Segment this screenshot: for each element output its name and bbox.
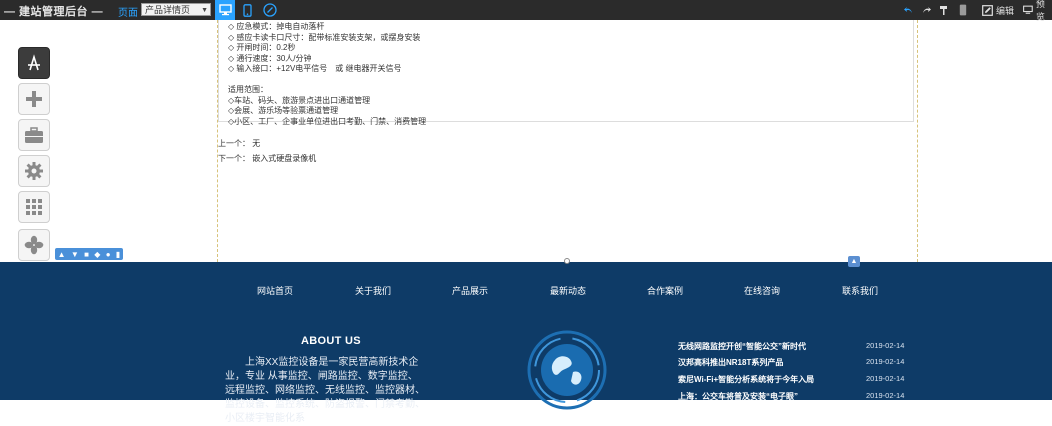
settings-tool[interactable] xyxy=(18,155,50,187)
news-item-title[interactable]: 无线网路监控开创“智能公交”新时代 xyxy=(678,341,806,352)
footer-nav-about[interactable]: 关于我们 xyxy=(355,284,391,297)
spec-line: ◇ 输入接口：+12V电平信号 或 继电器开关信号 xyxy=(228,64,402,73)
plus-icon xyxy=(26,91,42,107)
spec-line: ◇ 通行速度：30人/分钟 xyxy=(228,53,312,63)
link-circle-icon xyxy=(263,3,277,17)
page-label: 页面 xyxy=(118,8,138,19)
footer-nav-news[interactable]: 最新动态 xyxy=(550,284,586,297)
edit-label: 编辑 xyxy=(996,5,1015,16)
news-item-date: 2019-02-14 xyxy=(866,341,905,350)
layout-grid-tool[interactable] xyxy=(18,191,50,223)
product-spec-text: ◇ 应急模式：掉电自动落杆 ◇ 感应卡读卡口尺寸：配带标准安装支架，或摆身安装 ◇ … xyxy=(228,22,426,127)
news-item-date: 2019-02-14 xyxy=(866,374,905,383)
module-mini-toolbar: ▲ ▼ ■ ◆ ● ▮ xyxy=(55,248,123,260)
copy-icon[interactable]: ■ xyxy=(84,250,89,259)
spec-line: ◇会展、游乐场等验票通道管理 xyxy=(228,106,339,115)
canvas-guide-right xyxy=(917,20,918,262)
edit-icon xyxy=(982,4,993,16)
page-select[interactable]: 产品详情页 ▼ xyxy=(141,3,211,16)
news-item-title[interactable]: 汉邦高科推出NR18T系列产品 xyxy=(678,357,783,368)
next-product-link[interactable]: 下一个： 嵌入式硬盘录像机 xyxy=(218,153,316,164)
toolbox-icon xyxy=(25,127,43,143)
top-toolbar: — 建站管理后台 — 页面 产品详情页 ▼ 编辑 预览 xyxy=(0,0,1052,22)
news-item-title[interactable]: 索尼Wi-Fi+智能分析系统将于今年入局 xyxy=(678,374,814,385)
page-select-value: 产品详情页 xyxy=(145,5,191,15)
undo-button[interactable] xyxy=(903,0,914,20)
link-view-button[interactable] xyxy=(260,0,280,20)
footer-nav-products[interactable]: 产品展示 xyxy=(452,284,488,297)
prev-product-link[interactable]: 上一个： 无 xyxy=(218,138,260,149)
toolbox-tool[interactable] xyxy=(18,119,50,151)
about-text: 上海XX监控设备是一家民营高新技术企业，专业 从事监控、闸路监控、数字监控、远程… xyxy=(225,357,425,424)
monitor-icon xyxy=(1023,5,1033,14)
widgets-tool[interactable] xyxy=(18,229,50,261)
admin-brand-title: — 建站管理后台 — xyxy=(4,6,104,18)
move-down-icon[interactable]: ▼ xyxy=(71,250,79,259)
app-store-icon xyxy=(28,54,40,71)
spec-line xyxy=(228,75,426,86)
globe-icon xyxy=(527,330,607,410)
footer-edit-badge[interactable]: ▲ xyxy=(848,256,860,267)
news-item-title[interactable]: 上海：公交车将普及安装“电子眼” xyxy=(678,391,798,402)
footer-nav-consult[interactable]: 在线咨询 xyxy=(744,284,780,297)
redo-button[interactable] xyxy=(921,0,932,20)
lock-icon[interactable]: ● xyxy=(106,250,111,259)
spec-line: ◇ 开闸时间：0.2秒 xyxy=(228,43,296,52)
footer-nav-home[interactable]: 网站首页 xyxy=(257,284,293,297)
spec-line: ◇ 感应卡读卡口尺寸：配带标准安装支架，或摆身安装 xyxy=(228,32,421,42)
preview-label: 预览 xyxy=(1035,0,1045,22)
news-item-date: 2019-02-14 xyxy=(866,391,905,400)
paint-roller-icon xyxy=(940,5,947,15)
app-store-tool[interactable] xyxy=(18,47,50,79)
settings-icon[interactable]: ◆ xyxy=(94,250,100,259)
redo-icon xyxy=(923,7,931,13)
phone-icon xyxy=(242,3,252,17)
format-button[interactable] xyxy=(939,0,950,20)
undo-icon xyxy=(904,7,912,13)
chevron-down-icon: ▼ xyxy=(201,7,208,14)
footer-nav-cases[interactable]: 合作案例 xyxy=(647,284,683,297)
mobile-preview-button[interactable] xyxy=(959,0,967,20)
spec-line: ◇小区、工厂、企事业单位进出口考勤、门禁、消费管理 xyxy=(228,116,427,126)
preview-button[interactable]: 预览 xyxy=(1023,0,1052,22)
spec-line: 适用范围： xyxy=(228,85,268,94)
pinwheel-icon xyxy=(24,235,44,255)
mobile-view-button[interactable] xyxy=(237,0,257,20)
about-title: ABOUT US xyxy=(301,335,361,347)
spec-line: ◇车站、码头、旅游景点进出口通道管理 xyxy=(228,95,371,105)
monitor-icon xyxy=(218,4,232,16)
desktop-view-button[interactable] xyxy=(215,0,235,20)
move-up-icon[interactable]: ▲ xyxy=(58,250,66,259)
grid-icon xyxy=(26,199,42,215)
trash-icon[interactable]: ▮ xyxy=(116,250,120,259)
news-item-date: 2019-02-14 xyxy=(866,357,905,366)
footer-nav-contact[interactable]: 联系我们 xyxy=(842,284,878,297)
edit-button[interactable]: 编辑 xyxy=(982,0,1014,20)
resize-handle[interactable] xyxy=(564,258,570,264)
spec-line: ◇ 应急模式：掉电自动落杆 xyxy=(228,22,325,31)
gear-icon xyxy=(25,162,43,180)
phone-icon xyxy=(959,4,967,16)
add-module-tool[interactable] xyxy=(18,83,50,115)
